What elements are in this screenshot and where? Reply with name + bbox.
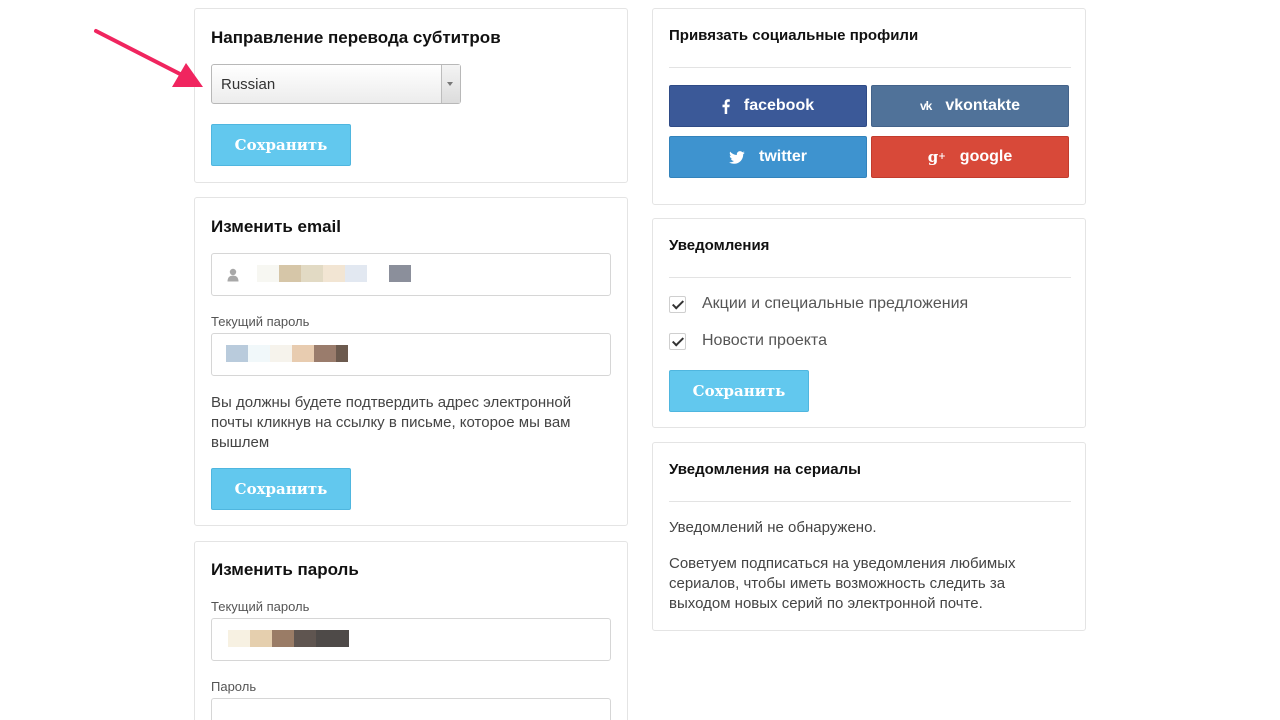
subscription-advice-text: Советуем подписаться на уведомления люби… (669, 555, 1016, 612)
google-label: google (959, 148, 1013, 165)
email-field[interactable] (211, 253, 611, 296)
subtitles-card: Направление перевода субтитров Russian С… (194, 8, 628, 183)
social-profiles-card: Привязать социальные профили facebook vk… (652, 8, 1086, 205)
facebook-label: facebook (743, 97, 815, 114)
notifications-title: Уведомления (669, 237, 770, 254)
promo-checkbox-row[interactable]: Акции и специальные предложения (669, 295, 968, 313)
twitter-icon (729, 150, 745, 164)
promo-checkbox[interactable] (669, 295, 686, 313)
vkontakte-label: vkontakte (945, 97, 1021, 114)
twitter-label: twitter (759, 148, 807, 165)
news-checkbox-label: Новости проекта (702, 332, 827, 349)
facebook-icon (722, 98, 730, 114)
subtitles-title: Направление перевода субтитров (211, 28, 501, 47)
new-password-field[interactable] (211, 698, 611, 720)
password-label: Пароль (211, 679, 257, 694)
save-email-button[interactable]: Сохранить (211, 468, 351, 510)
google-button[interactable]: g + google (871, 136, 1069, 178)
language-select[interactable]: Russian (211, 64, 461, 104)
current-password-label: Текущий пароль (211, 314, 310, 329)
facebook-button[interactable]: facebook (669, 85, 867, 127)
select-arrow[interactable] (441, 65, 460, 103)
series-notifications-card: Уведомления на сериалы Уведомлений не об… (652, 442, 1086, 631)
vkontakte-button[interactable]: vk vkontakte (871, 85, 1069, 127)
divider (669, 501, 1071, 502)
news-checkbox[interactable] (669, 332, 686, 350)
annotation-arrow-icon (94, 29, 203, 87)
current-password-label: Текущий пароль (211, 599, 310, 614)
change-password-title: Изменить пароль (211, 560, 359, 579)
save-subtitles-button[interactable]: Сохранить (211, 124, 351, 166)
no-notifications-text: Уведомлений не обнаружено. (669, 519, 877, 536)
user-icon (227, 268, 239, 282)
series-notifications-title: Уведомления на сериалы (669, 461, 861, 478)
current-password-field[interactable] (211, 618, 611, 661)
google-plus-icon: g + (927, 148, 946, 166)
social-title: Привязать социальные профили (669, 27, 919, 44)
language-select-value: Russian (221, 76, 276, 93)
twitter-button[interactable]: twitter (669, 136, 867, 178)
divider (669, 277, 1071, 278)
change-email-card: Изменить email Текущий пароль Вы должны … (194, 197, 628, 526)
divider (669, 67, 1071, 68)
email-confirm-note: Вы должны будете подтвердить адрес элект… (211, 394, 572, 451)
current-password-field[interactable] (211, 333, 611, 376)
notifications-card: Уведомления Акции и специальные предложе… (652, 218, 1086, 428)
chevron-down-icon (447, 82, 453, 86)
change-email-title: Изменить email (211, 217, 341, 236)
promo-checkbox-label: Акции и специальные предложения (702, 295, 969, 312)
vk-icon: vk (919, 99, 932, 113)
change-password-card: Изменить пароль Текущий пароль Пароль (194, 541, 628, 720)
news-checkbox-row[interactable]: Новости проекта (669, 332, 827, 350)
save-notifications-button[interactable]: Сохранить (669, 370, 809, 412)
